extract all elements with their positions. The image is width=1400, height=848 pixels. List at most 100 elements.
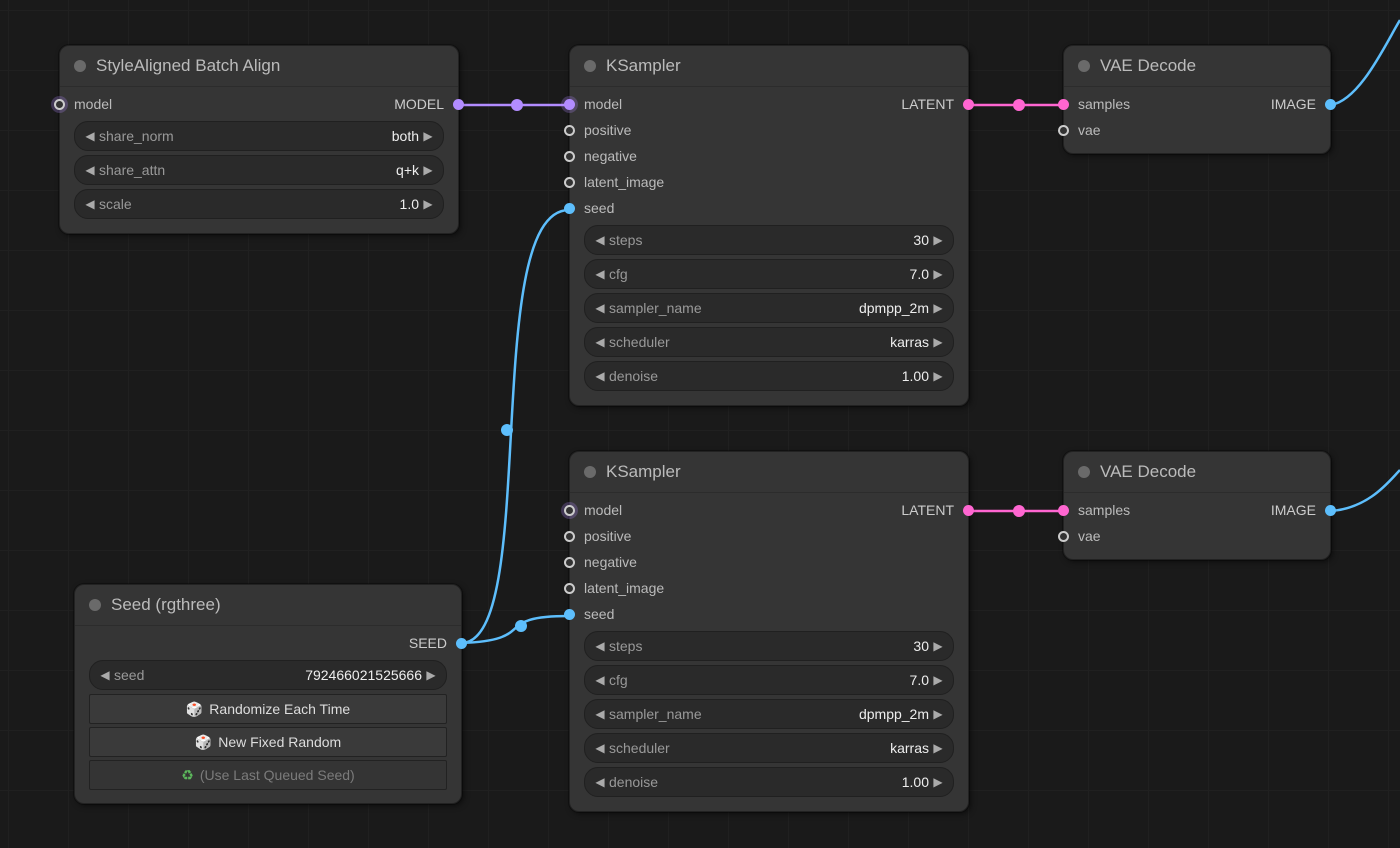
widget-scheduler[interactable]: ◀schedulerkarras▶ — [584, 733, 954, 763]
node-title[interactable]: KSampler — [570, 46, 968, 87]
input-port-samples[interactable] — [1058, 505, 1069, 516]
triangle-left-icon[interactable]: ◀ — [593, 639, 607, 653]
triangle-right-icon[interactable]: ▶ — [931, 741, 945, 755]
triangle-right-icon[interactable]: ▶ — [931, 267, 945, 281]
input-label-seed: seed — [584, 200, 614, 216]
node-title[interactable]: VAE Decode — [1064, 46, 1330, 87]
triangle-left-icon[interactable]: ◀ — [593, 369, 607, 383]
triangle-left-icon[interactable]: ◀ — [593, 335, 607, 349]
triangle-right-icon[interactable]: ▶ — [421, 197, 435, 211]
output-port-latent[interactable] — [963, 505, 974, 516]
input-port-vae[interactable] — [1058, 125, 1069, 136]
widget-value: 792466021525666 — [305, 667, 422, 683]
input-port-positive[interactable] — [564, 125, 575, 136]
triangle-left-icon[interactable]: ◀ — [593, 775, 607, 789]
widget-share-norm[interactable]: ◀ share_norm both ▶ — [74, 121, 444, 151]
triangle-left-icon[interactable]: ◀ — [98, 668, 112, 682]
widget-cfg[interactable]: ◀cfg7.0▶ — [584, 259, 954, 289]
button-label: New Fixed Random — [218, 734, 341, 750]
widget-steps[interactable]: ◀steps30▶ — [584, 225, 954, 255]
triangle-right-icon[interactable]: ▶ — [421, 129, 435, 143]
triangle-left-icon[interactable]: ◀ — [593, 267, 607, 281]
triangle-left-icon[interactable]: ◀ — [593, 233, 607, 247]
widget-value: 1.0 — [400, 196, 419, 212]
widget-label: scale — [99, 196, 132, 212]
triangle-right-icon[interactable]: ▶ — [421, 163, 435, 177]
triangle-right-icon[interactable]: ▶ — [931, 673, 945, 687]
collapse-dot-icon[interactable] — [584, 60, 596, 72]
input-port-model[interactable] — [54, 99, 65, 110]
node-title[interactable]: KSampler — [570, 452, 968, 493]
randomize-each-time-button[interactable]: 🎲 Randomize Each Time — [89, 694, 447, 724]
triangle-left-icon[interactable]: ◀ — [593, 741, 607, 755]
triangle-right-icon[interactable]: ▶ — [424, 668, 438, 682]
triangle-right-icon[interactable]: ▶ — [931, 369, 945, 383]
widget-seed[interactable]: ◀ seed 792466021525666 ▶ — [89, 660, 447, 690]
widget-steps[interactable]: ◀steps30▶ — [584, 631, 954, 661]
new-fixed-random-button[interactable]: 🎲 New Fixed Random — [89, 727, 447, 757]
widget-cfg[interactable]: ◀cfg7.0▶ — [584, 665, 954, 695]
use-last-queued-seed-button[interactable]: ♻ (Use Last Queued Seed) — [89, 760, 447, 790]
node-ksampler-1[interactable]: KSampler model LATENT positive negative … — [569, 45, 969, 406]
input-label-positive: positive — [584, 122, 631, 138]
input-port-latent-image[interactable] — [564, 583, 575, 594]
widget-scheduler[interactable]: ◀schedulerkarras▶ — [584, 327, 954, 357]
input-port-seed[interactable] — [564, 203, 575, 214]
collapse-dot-icon[interactable] — [1078, 466, 1090, 478]
triangle-right-icon[interactable]: ▶ — [931, 301, 945, 315]
widget-value: 30 — [913, 232, 929, 248]
triangle-right-icon[interactable]: ▶ — [931, 335, 945, 349]
widget-label: steps — [609, 638, 642, 654]
input-port-samples[interactable] — [1058, 99, 1069, 110]
node-seed-rgthree[interactable]: Seed (rgthree) SEED ◀ seed 7924660215256… — [74, 584, 462, 804]
widget-denoise[interactable]: ◀denoise1.00▶ — [584, 361, 954, 391]
triangle-left-icon[interactable]: ◀ — [83, 197, 97, 211]
triangle-left-icon[interactable]: ◀ — [83, 163, 97, 177]
widget-sampler-name[interactable]: ◀sampler_namedpmpp_2m▶ — [584, 699, 954, 729]
input-label-model: model — [584, 96, 622, 112]
triangle-left-icon[interactable]: ◀ — [593, 673, 607, 687]
input-label-negative: negative — [584, 148, 637, 164]
input-port-positive[interactable] — [564, 531, 575, 542]
node-graph-canvas[interactable]: StyleAligned Batch Align model MODEL ◀ s… — [0, 0, 1400, 848]
input-port-vae[interactable] — [1058, 531, 1069, 542]
collapse-dot-icon[interactable] — [74, 60, 86, 72]
input-port-seed[interactable] — [564, 609, 575, 620]
node-title[interactable]: StyleAligned Batch Align — [60, 46, 458, 87]
widget-scale[interactable]: ◀ scale 1.0 ▶ — [74, 189, 444, 219]
output-port-image[interactable] — [1325, 505, 1336, 516]
collapse-dot-icon[interactable] — [1078, 60, 1090, 72]
node-ksampler-2[interactable]: KSampler model LATENT positive negative … — [569, 451, 969, 812]
output-port-image[interactable] — [1325, 99, 1336, 110]
input-port-negative[interactable] — [564, 151, 575, 162]
input-label-latent-image: latent_image — [584, 174, 664, 190]
triangle-left-icon[interactable]: ◀ — [83, 129, 97, 143]
triangle-right-icon[interactable]: ▶ — [931, 707, 945, 721]
collapse-dot-icon[interactable] — [584, 466, 596, 478]
input-port-model[interactable] — [564, 505, 575, 516]
input-label-latent-image: latent_image — [584, 580, 664, 596]
input-port-negative[interactable] — [564, 557, 575, 568]
output-port-model[interactable] — [453, 99, 464, 110]
output-port-latent[interactable] — [963, 99, 974, 110]
triangle-right-icon[interactable]: ▶ — [931, 639, 945, 653]
node-title[interactable]: VAE Decode — [1064, 452, 1330, 493]
node-title[interactable]: Seed (rgthree) — [75, 585, 461, 626]
node-stylealigned-batch-align[interactable]: StyleAligned Batch Align model MODEL ◀ s… — [59, 45, 459, 234]
widget-sampler-name[interactable]: ◀sampler_namedpmpp_2m▶ — [584, 293, 954, 323]
widget-denoise[interactable]: ◀denoise1.00▶ — [584, 767, 954, 797]
input-label-vae: vae — [1078, 122, 1101, 138]
input-port-model[interactable] — [564, 99, 575, 110]
triangle-right-icon[interactable]: ▶ — [931, 775, 945, 789]
collapse-dot-icon[interactable] — [89, 599, 101, 611]
output-label-latent: LATENT — [901, 96, 954, 112]
triangle-left-icon[interactable]: ◀ — [593, 707, 607, 721]
node-vae-decode-1[interactable]: VAE Decode samples IMAGE vae — [1063, 45, 1331, 154]
triangle-left-icon[interactable]: ◀ — [593, 301, 607, 315]
widget-share-attn[interactable]: ◀ share_attn q+k ▶ — [74, 155, 444, 185]
node-vae-decode-2[interactable]: VAE Decode samples IMAGE vae — [1063, 451, 1331, 560]
input-port-latent-image[interactable] — [564, 177, 575, 188]
output-port-seed[interactable] — [456, 638, 467, 649]
widget-value: 7.0 — [910, 672, 929, 688]
triangle-right-icon[interactable]: ▶ — [931, 233, 945, 247]
